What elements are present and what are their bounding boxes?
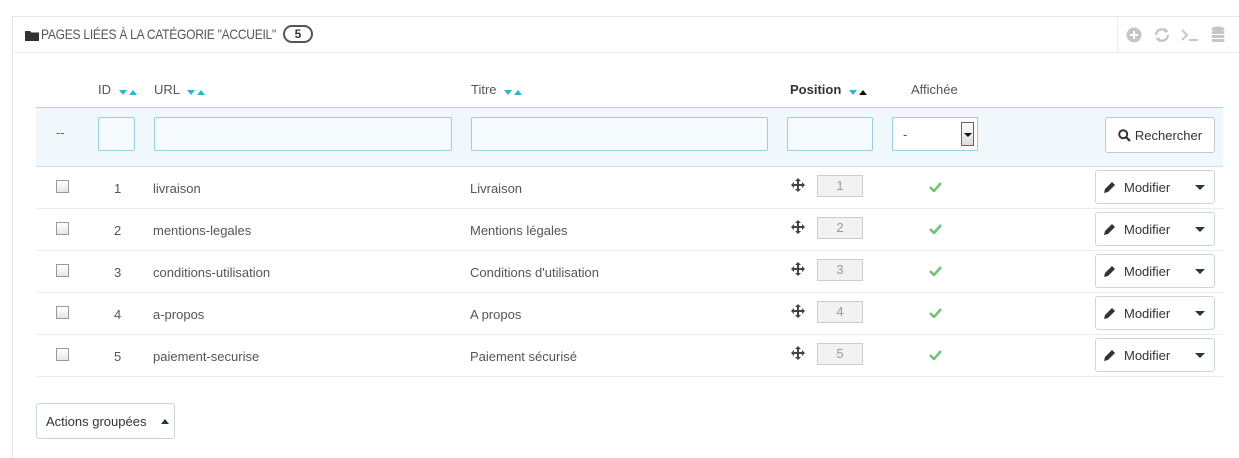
sort-title-icon[interactable] [504,83,524,98]
check-icon[interactable] [929,181,942,192]
cell-id: 3 [114,265,122,280]
cell-url: livraison [153,181,201,196]
header-displayed-label: Affichée [911,82,958,97]
cell-title: Paiement sécurisé [470,349,577,364]
cell-url: a-propos [153,307,205,322]
pencil-icon [1104,182,1115,193]
filter-title-input[interactable] [471,117,768,151]
cell-title: Conditions d'utilisation [470,265,599,280]
bulk-actions-label: Actions groupées [46,414,147,429]
cell-title: A propos [470,307,522,322]
filter-displayed-value: - [903,127,908,142]
refresh-icon[interactable] [1148,17,1176,53]
search-icon [1118,128,1131,142]
cell-id: 5 [114,349,122,364]
table-row: 4 a-propos A propos 4 Modifier [36,293,1223,335]
header-url: URL [154,82,207,98]
filter-dash: -- [56,125,65,140]
caret-down-icon[interactable] [1195,353,1205,358]
caret-down-icon[interactable] [1195,227,1205,232]
edit-button-label: Modifier [1124,222,1171,237]
header-title-label: Titre [471,82,497,97]
row-checkbox[interactable] [56,306,69,319]
terminal-icon[interactable] [1176,17,1204,53]
filter-id-input[interactable] [98,117,135,151]
header-position-label: Position [790,82,842,97]
row-checkbox[interactable] [56,264,69,277]
bulk-actions-button[interactable]: Actions groupées [36,403,175,439]
drag-handle-icon[interactable] [791,304,805,318]
folder-icon [25,31,39,41]
cell-position: 2 [817,217,863,239]
edit-button[interactable]: Modifier [1095,296,1215,330]
pencil-icon [1104,224,1115,235]
sort-id-icon[interactable] [118,83,139,98]
header-position: Position [790,82,869,98]
table-row: 1 livraison Livraison 1 Modifier [36,167,1223,209]
caret-down-icon[interactable] [1195,185,1205,190]
cell-url: paiement-securise [153,349,260,364]
edit-button[interactable]: Modifier [1095,254,1215,288]
cell-id: 4 [114,307,122,322]
check-icon[interactable] [929,265,942,276]
cell-position: 5 [817,343,863,365]
drag-handle-icon[interactable] [791,178,805,192]
drag-handle-icon[interactable] [791,262,805,276]
caret-down-icon[interactable] [1195,269,1205,274]
edit-button[interactable]: Modifier [1095,170,1215,204]
panel-toolbar [1117,17,1239,53]
caret-down-icon[interactable] [1195,311,1205,316]
cell-position: 1 [817,175,863,197]
edit-button[interactable]: Modifier [1095,212,1215,246]
header-displayed: Affichée [911,82,958,97]
cell-title: Mentions légales [470,223,568,238]
database-icon[interactable] [1204,17,1232,53]
table-row: 2 mentions-legales Mentions légales 2 Modifi… [36,209,1223,251]
caret-up-icon [161,419,169,424]
panel-title: Pages liées à la catégorie "Accueil" [41,26,277,42]
cell-url: conditions-utilisation [153,265,271,280]
cell-title: Livraison [470,181,523,196]
filter-position-input[interactable] [787,117,873,151]
filter-displayed-select[interactable]: - [892,117,978,151]
search-button[interactable]: Rechercher [1105,117,1215,153]
header-id: ID [98,82,139,98]
edit-button-label: Modifier [1124,264,1171,279]
header-url-label: URL [154,82,180,97]
edit-button[interactable]: Modifier [1095,338,1215,372]
count-badge: 5 [283,25,313,43]
pencil-icon [1104,350,1115,361]
cell-position: 3 [817,259,863,281]
drag-handle-icon[interactable] [791,346,805,360]
pencil-icon [1104,266,1115,277]
row-checkbox[interactable] [56,180,69,193]
table-row: 3 conditions-utilisation Conditions d'util… [36,251,1223,293]
edit-button-label: Modifier [1124,180,1171,195]
pencil-icon [1104,308,1115,319]
row-checkbox[interactable] [56,222,69,235]
filter-url-input[interactable] [154,117,452,151]
add-icon[interactable] [1120,17,1148,53]
panel-heading: Pages liées à la catégorie "Accueil" 5 [13,17,1239,53]
drag-handle-icon[interactable] [791,220,805,234]
header-id-label: ID [98,82,111,97]
cell-position: 4 [817,301,863,323]
edit-button-label: Modifier [1124,348,1171,363]
check-icon[interactable] [929,307,942,318]
table-row: 5 paiement-securise Paiement sécurisé 5 Modi… [36,335,1223,377]
sort-position-icon[interactable] [848,83,869,98]
header-title: Titre [471,82,524,98]
check-icon[interactable] [929,349,942,360]
select-arrow-icon [961,122,974,146]
edit-button-label: Modifier [1124,306,1171,321]
cell-id: 1 [114,181,122,196]
sort-url-icon[interactable] [187,83,207,98]
cell-url: mentions-legales [153,223,252,238]
cell-id: 2 [114,223,122,238]
check-icon[interactable] [929,223,942,234]
search-button-label: Rechercher [1134,127,1203,143]
row-checkbox[interactable] [56,348,69,361]
